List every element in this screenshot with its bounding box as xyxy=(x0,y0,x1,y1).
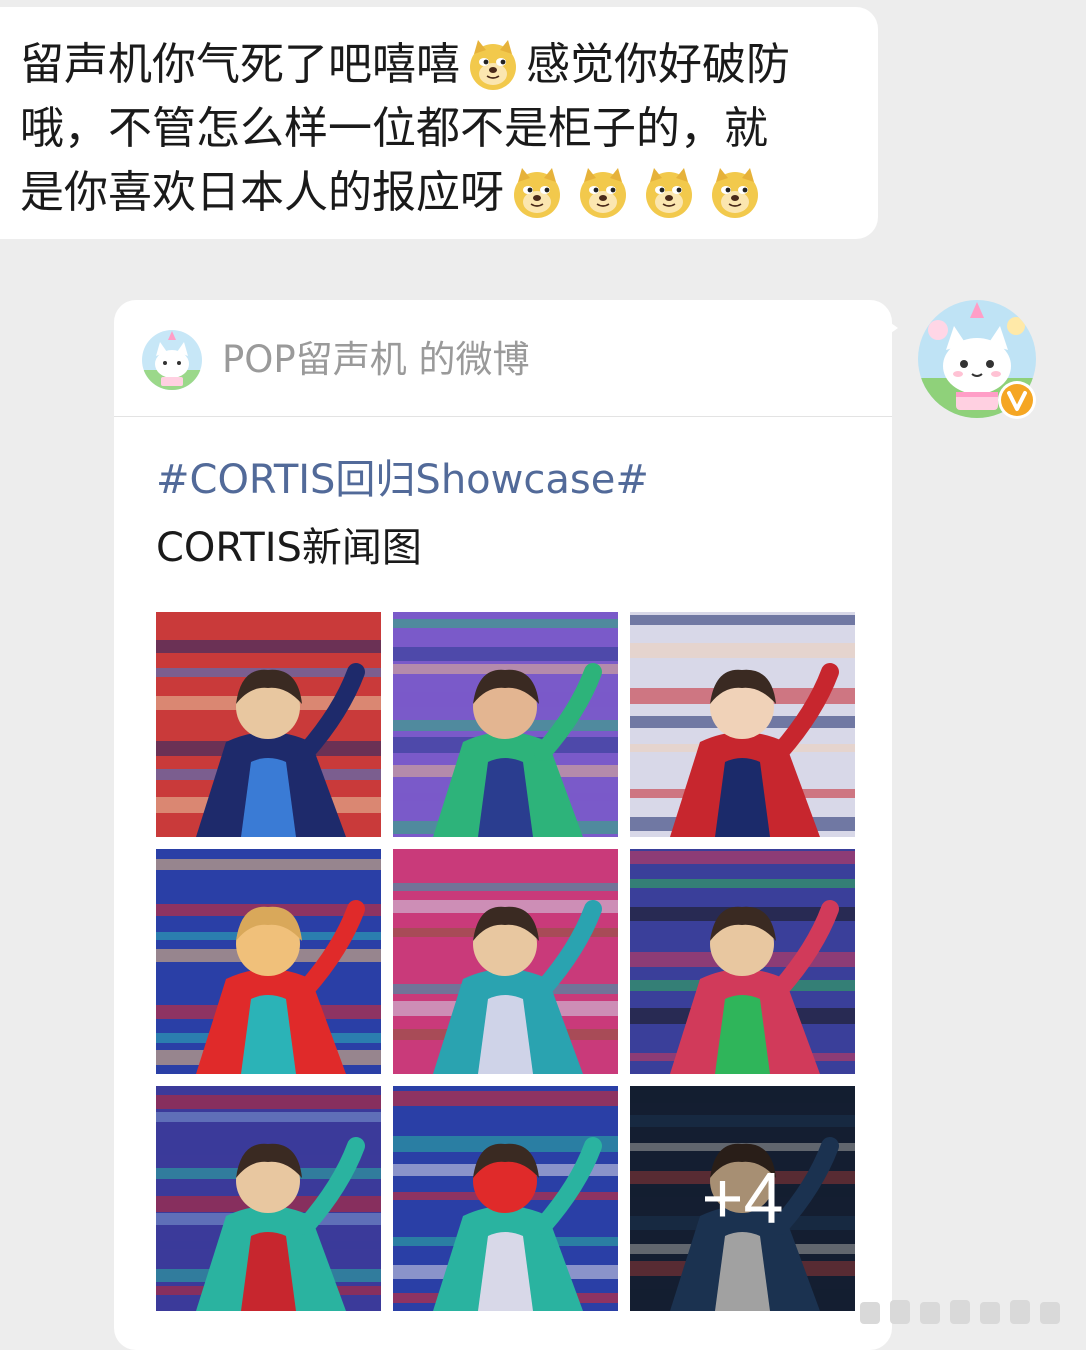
doge-emoji-icon xyxy=(712,168,758,218)
message-text-1b: 感觉你好破防 xyxy=(526,39,790,90)
post-text: CORTIS新闻图 xyxy=(156,525,422,571)
message-line-3: 是你喜欢日本人的报应呀 xyxy=(20,161,858,225)
source-avatar-icon xyxy=(142,330,202,390)
photo-8[interactable] xyxy=(393,1086,618,1311)
photo-image xyxy=(393,612,618,837)
photo-6[interactable] xyxy=(630,849,855,1074)
doge-emoji-icon xyxy=(646,168,692,218)
doge-emoji-icon xyxy=(470,40,516,90)
doge-emoji-icon xyxy=(514,168,560,218)
photo-image xyxy=(393,1086,618,1311)
message-bubble: 留声机你气死了吧嘻嘻 感觉你好破防 哦，不管怎么样一位都不是柜子的，就 是你喜欢… xyxy=(0,7,878,239)
photo-1[interactable] xyxy=(156,612,381,837)
photo-image xyxy=(156,612,381,837)
photo-3[interactable] xyxy=(630,612,855,837)
photo-4[interactable] xyxy=(156,849,381,1074)
photo-image xyxy=(393,849,618,1074)
message-text-1a: 留声机你气死了吧嘻嘻 xyxy=(20,39,460,90)
card-header[interactable]: POP留声机 的微博 xyxy=(114,300,892,417)
photo-image xyxy=(630,849,855,1074)
photo-grid: +4 xyxy=(156,612,855,1311)
verified-badge-icon xyxy=(998,381,1036,419)
more-photos-count[interactable]: +4 xyxy=(630,1086,855,1311)
doge-emoji-icon xyxy=(580,168,626,218)
photo-image xyxy=(630,612,855,837)
photo-image xyxy=(156,849,381,1074)
message-text-3: 是你喜欢日本人的报应呀 xyxy=(20,167,504,218)
shared-weibo-card[interactable]: POP留声机 的微博 #CORTIS回归Showcase# CORTIS新闻图 … xyxy=(114,300,892,1350)
photo-image xyxy=(156,1086,381,1311)
message-line-1: 留声机你气死了吧嘻嘻 感觉你好破防 xyxy=(20,33,858,97)
hashtag-link[interactable]: #CORTIS回归Showcase# xyxy=(156,452,649,508)
card-source-label: POP留声机 的微博 xyxy=(222,338,530,381)
watermark-icon xyxy=(860,1300,1060,1324)
message-line-2: 哦，不管怎么样一位都不是柜子的，就 xyxy=(20,97,858,161)
photo-5[interactable] xyxy=(393,849,618,1074)
message-text-2: 哦，不管怎么样一位都不是柜子的，就 xyxy=(20,103,768,154)
photo-7[interactable] xyxy=(156,1086,381,1311)
photo-2[interactable] xyxy=(393,612,618,837)
photo-9[interactable]: +4 xyxy=(630,1086,855,1311)
